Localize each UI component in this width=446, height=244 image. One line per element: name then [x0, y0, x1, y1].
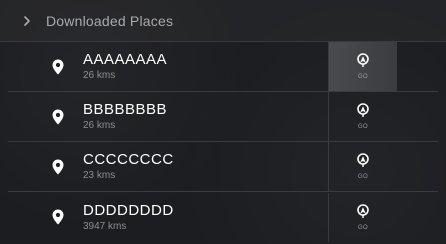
place-text: DDDDDDDD 3947 kms: [83, 202, 328, 233]
place-name: DDDDDDDD: [83, 201, 174, 219]
go-button[interactable]: GO: [328, 42, 397, 91]
go-label: GO: [358, 74, 368, 80]
place-text: CCCCCCCC 23 kms: [83, 151, 328, 182]
place-name: CCCCCCCC: [83, 151, 174, 168]
go-button[interactable]: GO: [328, 192, 397, 242]
go-button[interactable]: GO: [328, 92, 397, 141]
location-pin-icon: [51, 58, 65, 76]
list-item[interactable]: BBBBBBBB 26 kms GO: [8, 92, 438, 142]
place-name: AAAAAAAA: [83, 51, 168, 68]
chevron-right-icon[interactable]: [20, 14, 34, 28]
page-title: Downloaded Places: [46, 12, 174, 29]
go-button[interactable]: GO: [328, 142, 397, 191]
location-pin-icon: [51, 108, 65, 126]
place-text: AAAAAAAA 26 kms: [83, 51, 328, 82]
location-pin-icon: [51, 158, 65, 176]
go-label: GO: [358, 224, 368, 231]
place-distance: 3947 kms: [83, 220, 127, 232]
place-distance: 23 kms: [83, 170, 116, 181]
list-item[interactable]: AAAAAAAA 26 kms GO: [8, 42, 438, 92]
navigate-icon: [356, 103, 370, 123]
navigate-icon: [356, 203, 370, 224]
go-label: GO: [358, 174, 368, 180]
downloaded-places-screen: Downloaded Places AAAAAAAA 26 kms GO BBB…: [0, 0, 446, 244]
place-text: BBBBBBBB 26 kms: [83, 101, 328, 132]
navigate-icon: [356, 53, 370, 73]
list-item[interactable]: CCCCCCCC 23 kms GO: [8, 142, 438, 192]
place-distance: 26 kms: [83, 120, 116, 131]
go-label: GO: [358, 124, 368, 130]
location-pin-icon: [51, 208, 65, 226]
list-item[interactable]: DDDDDDDD 3947 kms GO: [8, 192, 438, 242]
place-name: BBBBBBBB: [83, 101, 168, 118]
place-distance: 26 kms: [83, 70, 116, 81]
header-bar[interactable]: Downloaded Places: [0, 0, 446, 42]
navigate-icon: [356, 153, 370, 173]
places-list: AAAAAAAA 26 kms GO BBBBBBBB 26 kms GO CC…: [8, 42, 438, 242]
